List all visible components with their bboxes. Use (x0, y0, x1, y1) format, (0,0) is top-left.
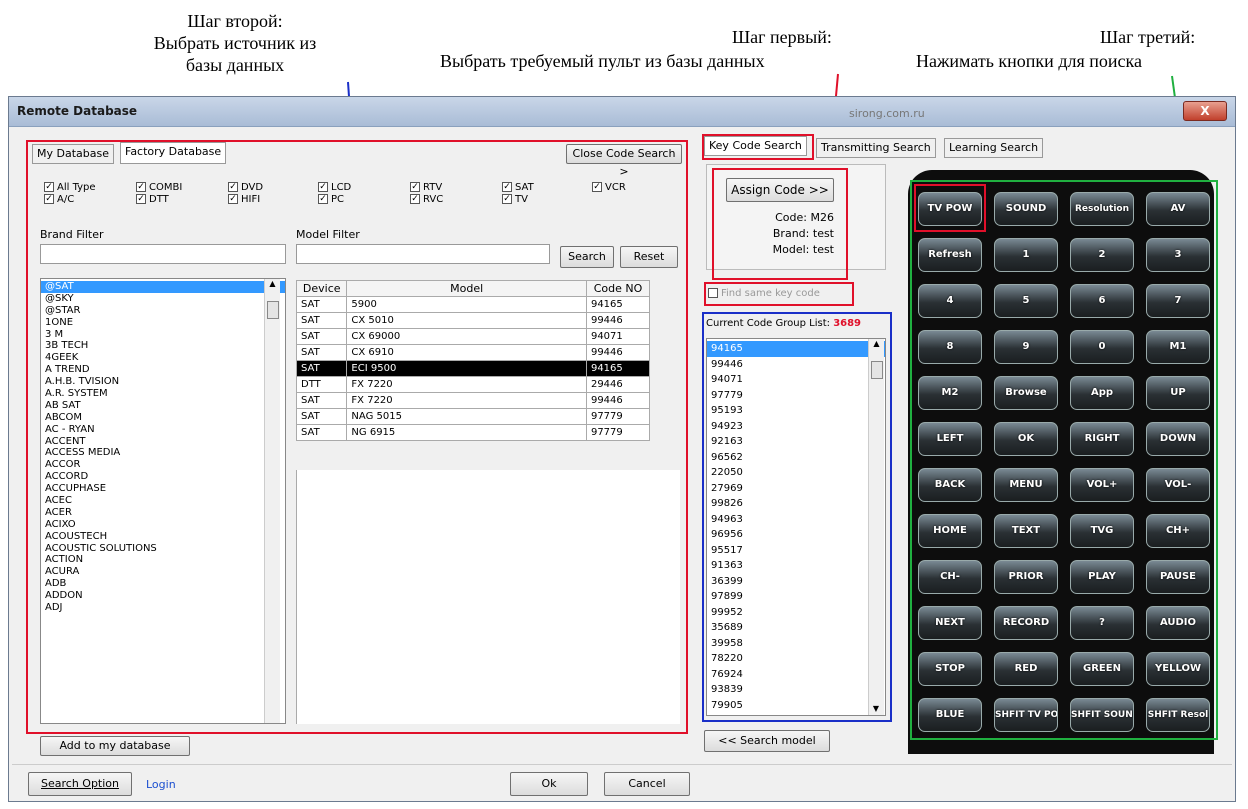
login-link[interactable]: Login (146, 778, 176, 791)
watermark-text: sirong.com.ru (849, 107, 925, 120)
bottom-divider (12, 764, 1232, 765)
highlight-code-list (702, 312, 892, 722)
cancel-button[interactable]: Cancel (604, 772, 690, 796)
highlight-assign-code (712, 168, 848, 280)
add-to-my-database-button[interactable]: Add to my database (40, 736, 190, 756)
tab-learning-search[interactable]: Learning Search (944, 138, 1044, 158)
highlight-key-code-tab (702, 134, 814, 160)
highlight-find-same (704, 282, 854, 306)
search-model-button[interactable]: << Search model (704, 730, 830, 752)
search-option-button[interactable]: Search Option (28, 772, 132, 796)
window-title: Remote Database (17, 104, 138, 118)
highlight-tv-pow (914, 184, 986, 232)
highlight-left-panel (26, 140, 688, 734)
close-button[interactable]: X (1183, 101, 1227, 121)
title-bar: Remote Database sirong.com.ru X (9, 97, 1235, 127)
tab-transmitting-search[interactable]: Transmitting Search (816, 138, 936, 158)
highlight-remote-buttons (910, 180, 1218, 740)
ok-button[interactable]: Ok (510, 772, 588, 796)
